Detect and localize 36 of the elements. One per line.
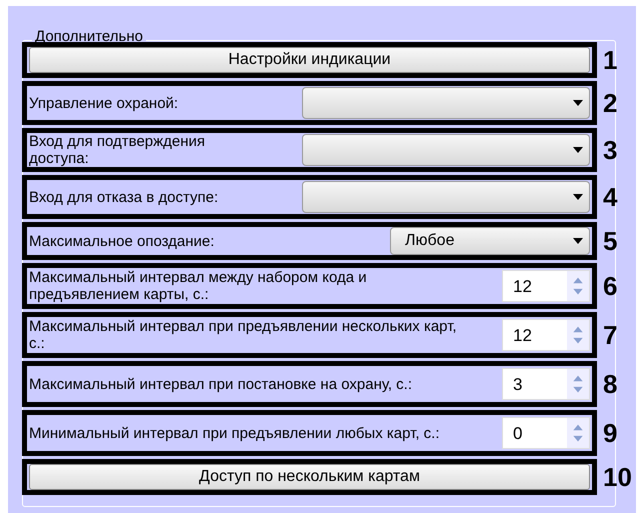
field-label: Вход для подтверждения доступа: [29, 133, 206, 167]
field-label: Максимальный интервал между набором кода и предъявлением карты, с.: [29, 269, 368, 303]
push-button[interactable]: Настройки индикации [29, 47, 590, 73]
spin-arrows-icon [567, 271, 589, 301]
callout-number: 5 [603, 228, 618, 254]
push-button[interactable]: Доступ по нескольким картам [29, 464, 590, 490]
spin-arrows-icon [567, 418, 589, 448]
dropdown[interactable] [302, 87, 590, 119]
callout-number: 6 [603, 273, 618, 299]
callout-number: 1 [603, 47, 618, 73]
dropdown[interactable] [302, 181, 590, 213]
field-label: Вход для отказа в доступе: [29, 188, 220, 206]
field-label: Максимальное опоздание: [29, 232, 216, 250]
callout-number: 2 [603, 90, 618, 116]
number-spinner[interactable]: 12 [502, 319, 590, 351]
field-label: Максимальный интервал при предъявлении нескольких карт, с.: [29, 318, 458, 352]
caret-icon [573, 147, 583, 153]
field-label: Управление охраной: [29, 94, 180, 112]
callout-number: 10 [603, 464, 633, 490]
field-label: Минимальный интервал при предъявлении любых карт, с.: [29, 424, 440, 442]
callout-number: 9 [603, 420, 618, 446]
callout-number: 3 [603, 137, 618, 163]
caret-icon [573, 238, 583, 244]
number-spinner[interactable]: 3 [502, 368, 590, 400]
field-label: Максимальный интервал при постановке на охрану, с.: [29, 376, 414, 392]
callout-number: 8 [603, 371, 618, 397]
caret-icon [573, 100, 583, 106]
caret-icon [573, 194, 583, 200]
number-spinner[interactable]: 12 [502, 270, 590, 302]
dropdown[interactable]: Любое [390, 227, 590, 255]
callout-number: 7 [603, 322, 618, 348]
dropdown[interactable] [302, 134, 590, 166]
spin-arrows-icon [567, 320, 589, 350]
number-spinner[interactable]: 0 [502, 417, 590, 449]
spin-arrows-icon [567, 369, 589, 399]
callout-number: 4 [603, 184, 618, 210]
